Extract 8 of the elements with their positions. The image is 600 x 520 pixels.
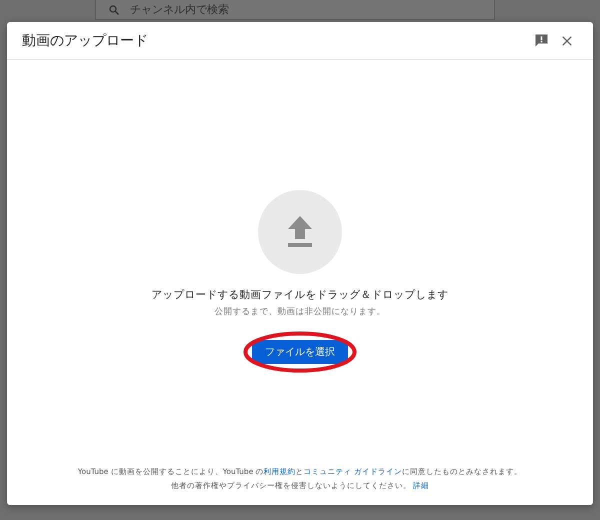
close-icon[interactable] bbox=[561, 34, 573, 46]
select-file-button[interactable]: ファイルを選択 bbox=[252, 340, 348, 364]
drop-instruction: アップロードする動画ファイルをドラッグ＆ドロップします bbox=[152, 288, 448, 302]
feedback-icon[interactable] bbox=[534, 33, 549, 48]
search-field[interactable]: チャンネル内で検索 bbox=[95, 0, 495, 20]
dialog-title: 動画のアップロード bbox=[22, 32, 149, 50]
upload-icon[interactable] bbox=[258, 190, 342, 274]
privacy-note: 公開するまで、動画は非公開になります。 bbox=[214, 306, 386, 318]
